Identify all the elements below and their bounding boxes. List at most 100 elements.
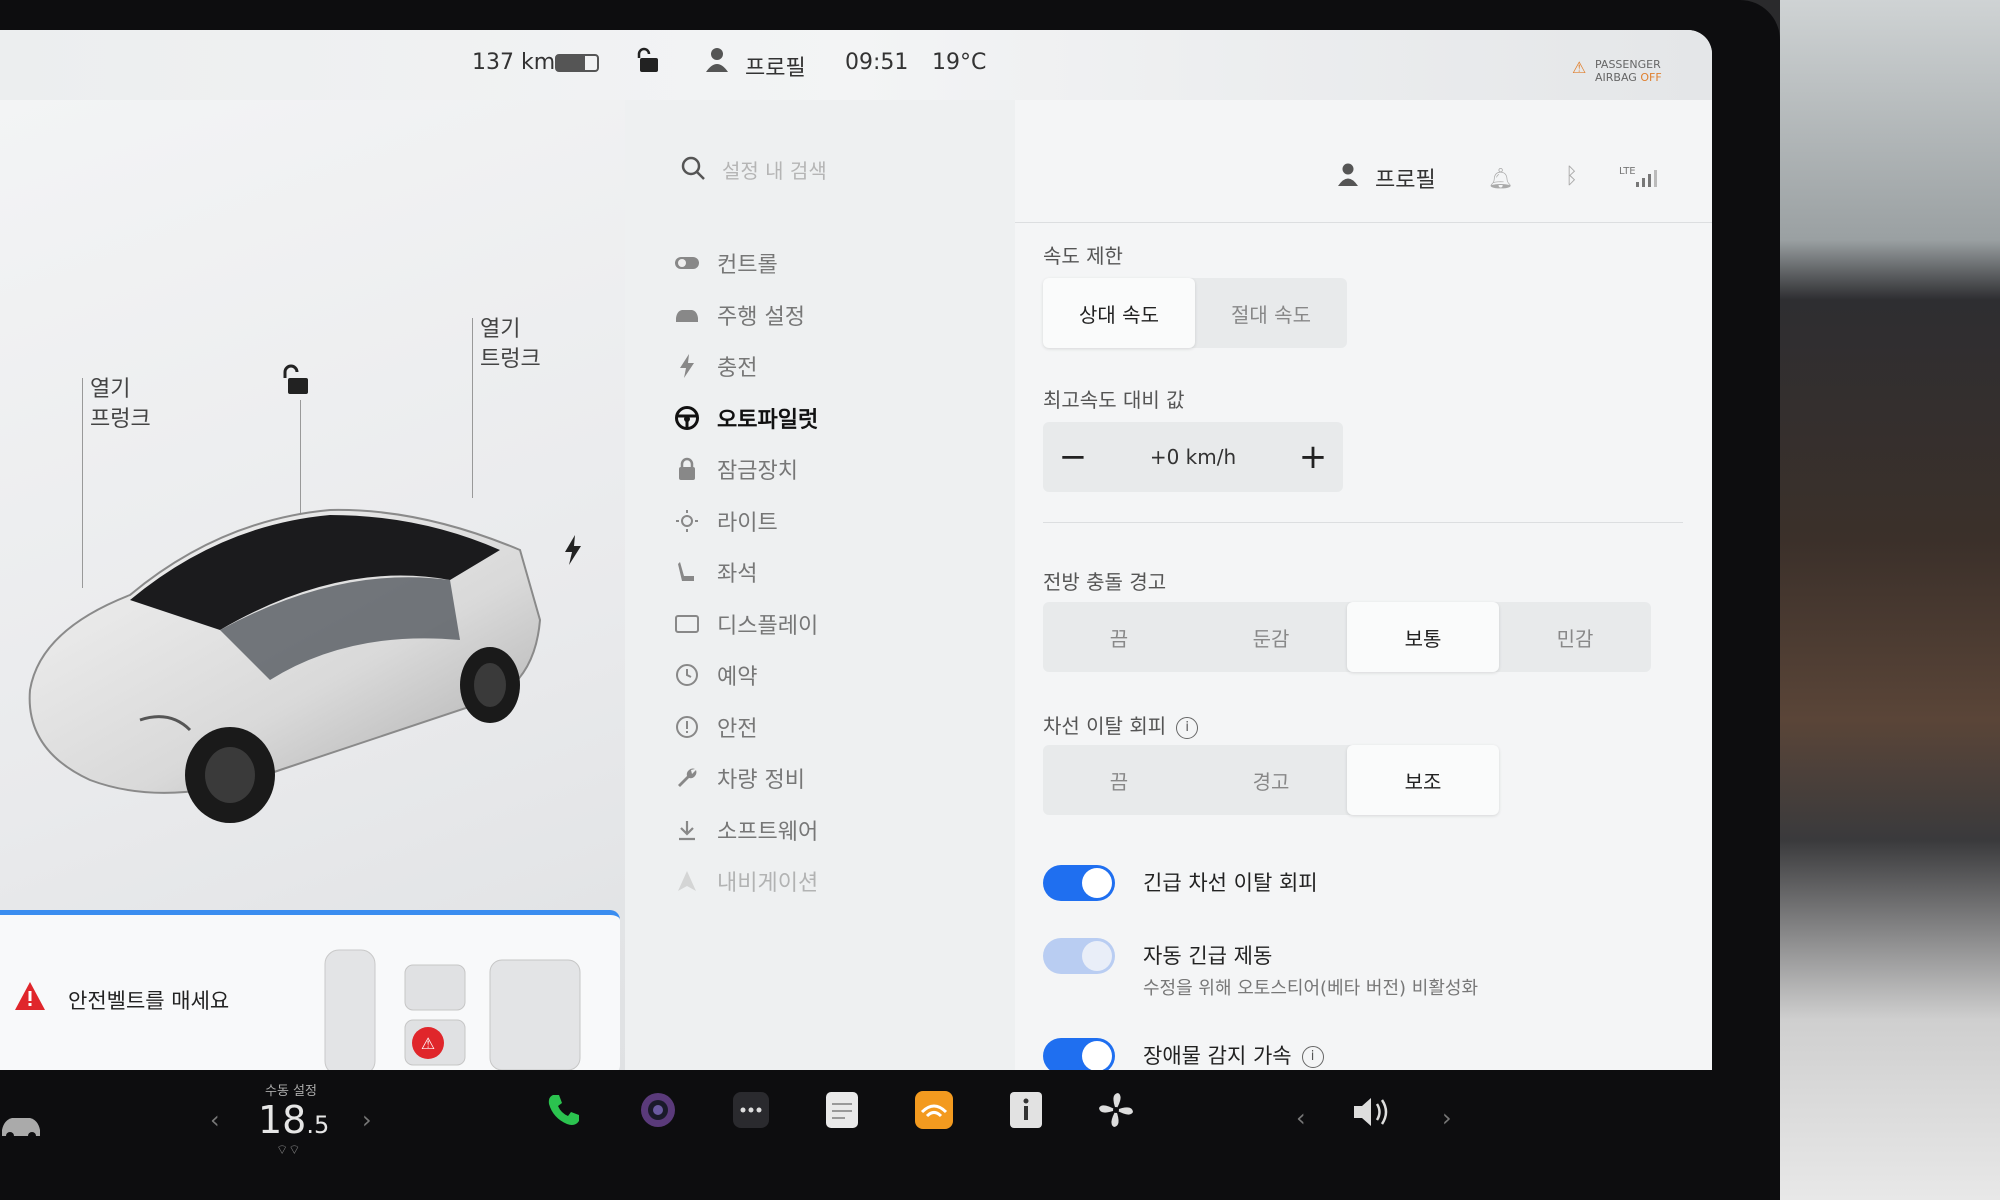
clock-readout: 09:51 — [845, 50, 909, 75]
menu-item-0[interactable]: 컨트롤 — [655, 235, 985, 291]
profile-button[interactable]: 프로필 — [1375, 162, 1436, 194]
audible-icon[interactable] — [912, 1088, 956, 1132]
svg-text:⚠: ⚠ — [421, 1034, 435, 1053]
obstacle-aware-acceleration-label: 장애물 감지 가속 i — [1143, 1040, 1324, 1070]
steering-wheel-icon — [673, 404, 701, 432]
menu-item-1[interactable]: 주행 설정 — [655, 287, 985, 343]
temp-increase-chevron[interactable]: › — [362, 1106, 372, 1134]
menu-item-4[interactable]: 잠금장치 — [655, 441, 985, 497]
range-readout: 137 km — [472, 50, 556, 75]
charge-port-icon[interactable] — [563, 535, 583, 569]
menu-item-label: 소프트웨어 — [717, 819, 819, 845]
wrench-icon — [673, 764, 701, 792]
automatic-emergency-braking-label: 자동 긴급 제동 — [1143, 944, 1273, 968]
car-model-image — [28, 508, 542, 823]
speed-limit-option-0[interactable]: 상대 속도 — [1043, 278, 1195, 348]
frunk-open-control[interactable]: 열기 프렁크 — [90, 375, 151, 435]
lane-departure-option-0[interactable]: 끔 — [1043, 745, 1195, 815]
menu-item-8[interactable]: 예약 — [655, 647, 985, 703]
fcw-option-3[interactable]: 민감 — [1499, 602, 1651, 672]
fcw-option-2[interactable]: 보통 — [1347, 602, 1499, 672]
menu-item-label: 오토파일럿 — [717, 407, 819, 433]
obstacle-aware-acceleration-toggle[interactable] — [1043, 1038, 1115, 1070]
clock-icon — [673, 661, 701, 689]
fan-icon[interactable] — [1094, 1088, 1138, 1132]
car-interior-background — [1780, 0, 2000, 1200]
menu-item-label: 안전 — [717, 716, 758, 742]
car-lock-icon[interactable] — [280, 362, 314, 400]
settings-menu: 컨트롤주행 설정충전오토파일럿잠금장치라이트좌석디스플레이예약안전차량 정비소프… — [625, 100, 1015, 1070]
car-icon — [673, 301, 701, 329]
automatic-emergency-braking-toggle[interactable] — [1043, 938, 1115, 974]
speed-offset-stepper: − +0 km/h + — [1043, 422, 1343, 492]
speed-limit-selector: 상대 속도 절대 속도 — [1043, 278, 1347, 348]
menu-item-5[interactable]: 라이트 — [655, 493, 985, 549]
section-divider — [1043, 522, 1683, 523]
volume-icon[interactable] — [1350, 1090, 1394, 1134]
menu-item-label: 충전 — [717, 356, 758, 381]
notes-icon[interactable] — [820, 1088, 864, 1132]
lte-label: LTE — [1619, 166, 1636, 177]
display-icon — [673, 610, 701, 638]
temp-integer: 18 — [258, 1098, 307, 1142]
menu-item-3[interactable]: 오토파일럿 — [655, 390, 985, 446]
forward-collision-warning-label: 전방 충돌 경고 — [1043, 570, 1167, 594]
lane-departure-option-2[interactable]: 보조 — [1347, 745, 1499, 815]
emergency-lane-departure-toggle[interactable] — [1043, 865, 1115, 901]
frunk-label: 프렁크 — [90, 407, 151, 432]
emergency-lane-departure-label: 긴급 차선 이탈 회피 — [1143, 871, 1318, 895]
menu-item-2[interactable]: 충전 — [655, 338, 985, 394]
profile-label[interactable]: 프로필 — [745, 50, 806, 82]
temp-decimal: .5 — [306, 1111, 330, 1139]
more-apps-icon[interactable] — [729, 1088, 773, 1132]
menu-item-9[interactable]: 안전 — [655, 699, 985, 755]
increase-offset-button[interactable]: + — [1283, 437, 1343, 477]
owners-manual-icon[interactable] — [1004, 1088, 1048, 1132]
bell-icon[interactable]: 🔔︎ — [1488, 166, 1513, 190]
climate-mode-label: 수동 설정 — [265, 1084, 317, 1099]
passenger-airbag-indicator: PASSENGER AIRBAG OFF — [1595, 58, 1662, 84]
menu-item-12[interactable]: 내비게이션 — [655, 853, 985, 909]
unlock-icon[interactable] — [636, 46, 662, 80]
autopilot-settings-content: 프로필 🔔︎ ᛒ LTE 속도 제한 상대 속도 절대 속도 최고속도 대비 값 … — [1015, 100, 1712, 1070]
fcw-option-0[interactable]: 끔 — [1043, 602, 1195, 672]
airbag-line1: PASSENGER — [1595, 58, 1661, 71]
bluetooth-icon[interactable]: ᛒ — [1565, 164, 1578, 189]
profile-icon[interactable] — [1337, 162, 1359, 190]
lane-departure-option-1[interactable]: 경고 — [1195, 745, 1347, 815]
menu-item-11[interactable]: 소프트웨어 — [655, 802, 985, 858]
menu-item-7[interactable]: 디스플레이 — [655, 596, 985, 652]
camera-icon[interactable] — [636, 1088, 680, 1132]
menu-item-label: 디스플레이 — [717, 613, 819, 639]
signal-strength-icon — [1636, 170, 1657, 187]
car-icon[interactable] — [0, 1110, 42, 1140]
menu-item-label: 컨트롤 — [717, 253, 778, 278]
volume-decrease-chevron[interactable]: ‹ — [1296, 1104, 1306, 1132]
speed-offset-value: +0 km/h — [1149, 445, 1237, 469]
phone-icon[interactable] — [542, 1088, 586, 1132]
lane-departure-label-text: 차선 이탈 회피 — [1043, 714, 1167, 738]
forward-collision-warning-selector: 끔 둔감 보통 민감 — [1043, 602, 1651, 672]
temp-decrease-chevron[interactable]: ‹ — [210, 1106, 220, 1134]
settings-search-input[interactable] — [720, 152, 924, 190]
header-divider — [1015, 222, 1712, 223]
decrease-offset-button[interactable]: − — [1043, 437, 1103, 477]
fcw-option-1[interactable]: 둔감 — [1195, 602, 1347, 672]
info-icon[interactable]: i — [1301, 1046, 1324, 1068]
safety-icon — [673, 713, 701, 741]
menu-item-6[interactable]: 좌석 — [655, 544, 985, 600]
volume-increase-chevron[interactable]: › — [1442, 1104, 1452, 1132]
battery-icon — [555, 54, 599, 72]
profile-icon[interactable] — [705, 46, 729, 78]
seatbelt-alert-text: 안전벨트를 매세요 — [68, 989, 230, 1013]
trunk-state: 열기 — [480, 317, 521, 342]
search-icon[interactable] — [680, 155, 706, 181]
cabin-temperature[interactable]: 18.5 — [258, 1098, 329, 1142]
menu-item-label: 예약 — [717, 665, 758, 690]
speed-limit-option-1[interactable]: 절대 속도 — [1195, 278, 1347, 348]
menu-item-10[interactable]: 차량 정비 — [655, 750, 985, 806]
trunk-open-control[interactable]: 열기 트렁크 — [480, 315, 541, 375]
seatbelt-alert-card[interactable]: 안전벨트를 매세요 ⚠ — [0, 910, 620, 1070]
info-icon[interactable]: i — [1176, 716, 1199, 739]
menu-item-label: 잠금장치 — [717, 459, 798, 484]
